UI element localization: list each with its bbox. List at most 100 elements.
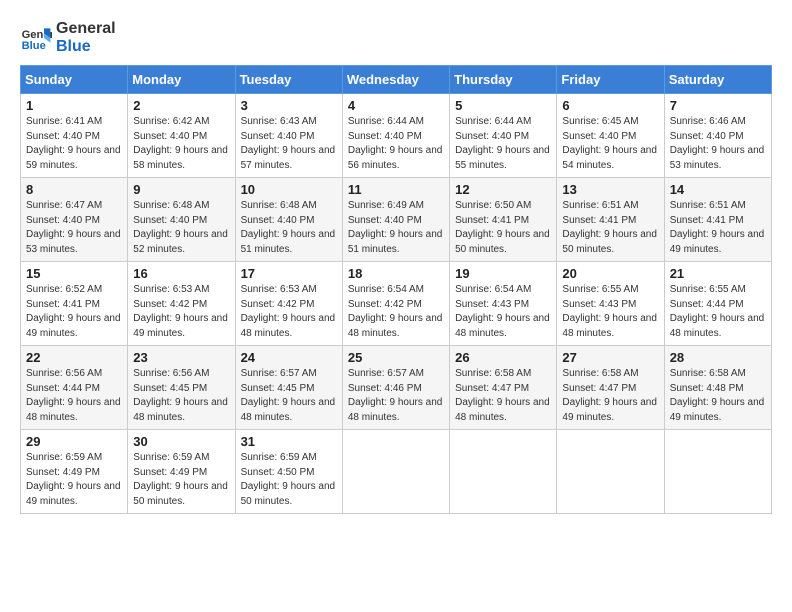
calendar-cell: 7Sunrise: 6:46 AMSunset: 4:40 PMDaylight… [664,94,771,178]
day-info: Sunrise: 6:51 AMSunset: 4:41 PMDaylight:… [670,199,766,257]
day-info: Sunrise: 6:41 AMSunset: 4:40 PMDaylight:… [26,115,122,173]
calendar-cell: 6 Sunrise: 6:45 AMSunset: 4:40 PMDaylight… [557,94,664,178]
calendar-cell: 1 Sunrise: 6:41 AMSunset: 4:40 PMDaylight… [21,94,128,178]
day-number: 3 [241,98,337,113]
day-info: Sunrise: 6:53 AMSunset: 4:42 PMDaylight:… [241,283,337,341]
calendar-cell: 19 Sunrise: 6:54 AMSunset: 4:43 PMDayligh… [450,262,557,346]
day-info: Sunrise: 6:44 AMSunset: 4:40 PMDaylight:… [455,115,551,173]
calendar-header-saturday: Saturday [664,66,771,94]
calendar-cell: 12Sunrise: 6:50 AMSunset: 4:41 PMDayligh… [450,178,557,262]
calendar-body: 1 Sunrise: 6:41 AMSunset: 4:40 PMDaylight… [21,94,772,514]
day-info: Sunrise: 6:59 AMSunset: 4:49 PMDaylight:… [26,451,122,509]
day-info: Sunrise: 6:48 AMSunset: 4:40 PMDaylight:… [241,199,337,257]
calendar-cell: 28 Sunrise: 6:58 AMSunset: 4:48 PMDayligh… [664,346,771,430]
day-info: Sunrise: 6:58 AMSunset: 4:47 PMDaylight:… [562,367,658,425]
calendar-header-row: SundayMondayTuesdayWednesdayThursdayFrid… [21,66,772,94]
day-number: 15 [26,266,122,281]
day-number: 1 [26,98,122,113]
calendar-cell: 4 Sunrise: 6:44 AMSunset: 4:40 PMDaylight… [342,94,449,178]
day-number: 2 [133,98,229,113]
calendar-cell: 2 Sunrise: 6:42 AMSunset: 4:40 PMDaylight… [128,94,235,178]
day-info: Sunrise: 6:57 AMSunset: 4:45 PMDaylight:… [241,367,337,425]
calendar-cell: 21 Sunrise: 6:55 AMSunset: 4:44 PMDayligh… [664,262,771,346]
calendar-week-row: 1 Sunrise: 6:41 AMSunset: 4:40 PMDaylight… [21,94,772,178]
calendar-cell: 31 Sunrise: 6:59 AMSunset: 4:50 PMDayligh… [235,430,342,514]
calendar-cell: 8 Sunrise: 6:47 AMSunset: 4:40 PMDaylight… [21,178,128,262]
day-info: Sunrise: 6:43 AMSunset: 4:40 PMDaylight:… [241,115,337,173]
calendar-header-monday: Monday [128,66,235,94]
day-info: Sunrise: 6:57 AMSunset: 4:46 PMDaylight:… [348,367,444,425]
day-number: 5 [455,98,551,113]
calendar-week-row: 15 Sunrise: 6:52 AMSunset: 4:41 PMDayligh… [21,262,772,346]
calendar-cell: 11 Sunrise: 6:49 AMSunset: 4:40 PMDayligh… [342,178,449,262]
logo-icon: General Blue [20,22,52,54]
calendar-cell: 25Sunrise: 6:57 AMSunset: 4:46 PMDayligh… [342,346,449,430]
calendar-cell: 15 Sunrise: 6:52 AMSunset: 4:41 PMDayligh… [21,262,128,346]
day-info: Sunrise: 6:54 AMSunset: 4:43 PMDaylight:… [455,283,551,341]
calendar-table: SundayMondayTuesdayWednesdayThursdayFrid… [20,65,772,514]
day-number: 31 [241,434,337,449]
calendar-cell: 13Sunrise: 6:51 AMSunset: 4:41 PMDayligh… [557,178,664,262]
calendar-cell: 22Sunrise: 6:56 AMSunset: 4:44 PMDayligh… [21,346,128,430]
day-info: Sunrise: 6:51 AMSunset: 4:41 PMDaylight:… [562,199,658,257]
day-number: 4 [348,98,444,113]
day-number: 14 [670,182,766,197]
calendar-cell: 23Sunrise: 6:56 AMSunset: 4:45 PMDayligh… [128,346,235,430]
day-info: Sunrise: 6:50 AMSunset: 4:41 PMDaylight:… [455,199,551,257]
logo-blue: Blue [56,38,116,56]
page-header: General Blue General Blue [20,20,772,55]
calendar-cell: 10 Sunrise: 6:48 AMSunset: 4:40 PMDayligh… [235,178,342,262]
svg-text:Blue: Blue [22,40,46,52]
day-number: 21 [670,266,766,281]
day-number: 22 [26,350,122,365]
day-info: Sunrise: 6:58 AMSunset: 4:47 PMDaylight:… [455,367,551,425]
day-number: 11 [348,182,444,197]
day-info: Sunrise: 6:44 AMSunset: 4:40 PMDaylight:… [348,115,444,173]
logo: General Blue General Blue [20,20,116,55]
calendar-cell: 14 Sunrise: 6:51 AMSunset: 4:41 PMDayligh… [664,178,771,262]
calendar-cell: 5 Sunrise: 6:44 AMSunset: 4:40 PMDaylight… [450,94,557,178]
day-number: 10 [241,182,337,197]
day-number: 16 [133,266,229,281]
logo-general: General [56,20,116,38]
day-info: Sunrise: 6:58 AMSunset: 4:48 PMDaylight:… [670,367,766,425]
day-number: 28 [670,350,766,365]
calendar-cell [664,430,771,514]
calendar-cell: 3 Sunrise: 6:43 AMSunset: 4:40 PMDaylight… [235,94,342,178]
calendar-cell: 18Sunrise: 6:54 AMSunset: 4:42 PMDayligh… [342,262,449,346]
calendar-cell [557,430,664,514]
calendar-cell [342,430,449,514]
day-number: 19 [455,266,551,281]
day-number: 29 [26,434,122,449]
calendar-header-thursday: Thursday [450,66,557,94]
calendar-header-sunday: Sunday [21,66,128,94]
day-info: Sunrise: 6:54 AMSunset: 4:42 PMDaylight:… [348,283,444,341]
day-info: Sunrise: 6:45 AMSunset: 4:40 PMDaylight:… [562,115,658,173]
day-number: 6 [562,98,658,113]
calendar-header-tuesday: Tuesday [235,66,342,94]
day-number: 30 [133,434,229,449]
calendar-cell: 9Sunrise: 6:48 AMSunset: 4:40 PMDaylight… [128,178,235,262]
day-info: Sunrise: 6:49 AMSunset: 4:40 PMDaylight:… [348,199,444,257]
day-info: Sunrise: 6:52 AMSunset: 4:41 PMDaylight:… [26,283,122,341]
day-info: Sunrise: 6:53 AMSunset: 4:42 PMDaylight:… [133,283,229,341]
calendar-cell: 24Sunrise: 6:57 AMSunset: 4:45 PMDayligh… [235,346,342,430]
calendar-week-row: 8 Sunrise: 6:47 AMSunset: 4:40 PMDaylight… [21,178,772,262]
day-info: Sunrise: 6:55 AMSunset: 4:44 PMDaylight:… [670,283,766,341]
day-number: 7 [670,98,766,113]
day-info: Sunrise: 6:42 AMSunset: 4:40 PMDaylight:… [133,115,229,173]
day-number: 17 [241,266,337,281]
day-number: 8 [26,182,122,197]
day-info: Sunrise: 6:59 AMSunset: 4:50 PMDaylight:… [241,451,337,509]
day-info: Sunrise: 6:47 AMSunset: 4:40 PMDaylight:… [26,199,122,257]
day-info: Sunrise: 6:59 AMSunset: 4:49 PMDaylight:… [133,451,229,509]
calendar-week-row: 22Sunrise: 6:56 AMSunset: 4:44 PMDayligh… [21,346,772,430]
calendar-cell: 27Sunrise: 6:58 AMSunset: 4:47 PMDayligh… [557,346,664,430]
day-number: 20 [562,266,658,281]
day-number: 23 [133,350,229,365]
day-info: Sunrise: 6:48 AMSunset: 4:40 PMDaylight:… [133,199,229,257]
calendar-cell: 17 Sunrise: 6:53 AMSunset: 4:42 PMDayligh… [235,262,342,346]
calendar-cell: 29 Sunrise: 6:59 AMSunset: 4:49 PMDayligh… [21,430,128,514]
calendar-cell: 30 Sunrise: 6:59 AMSunset: 4:49 PMDayligh… [128,430,235,514]
day-number: 26 [455,350,551,365]
